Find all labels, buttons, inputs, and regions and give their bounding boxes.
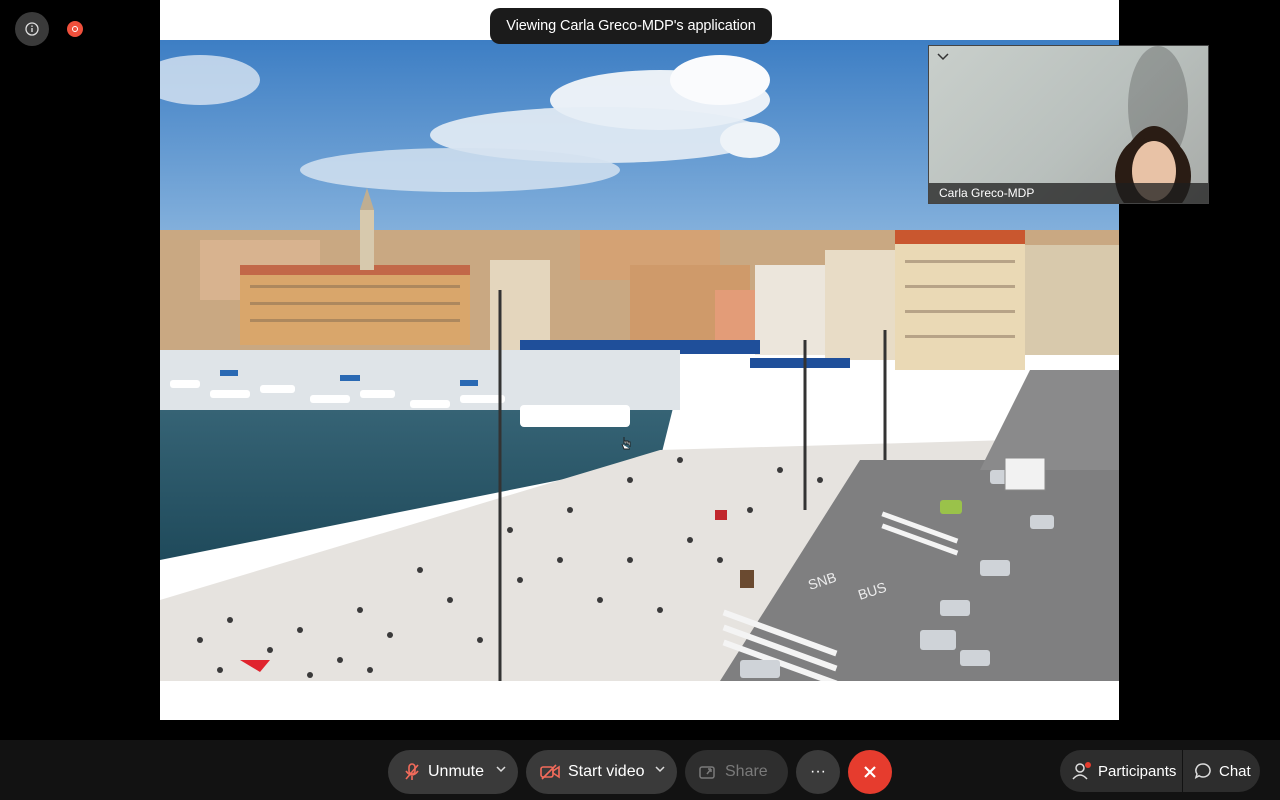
start-video-button[interactable]: Start video [526, 750, 677, 794]
share-label: Share [725, 763, 768, 780]
participants-button[interactable]: Participants [1060, 750, 1182, 792]
share-button[interactable]: Share [685, 750, 788, 794]
close-icon [864, 766, 876, 778]
chat-icon [1194, 763, 1211, 780]
more-options-button[interactable]: ··· [796, 750, 840, 794]
more-options-icon: ··· [810, 763, 826, 780]
chevron-down-icon[interactable] [496, 765, 506, 773]
chevron-down-icon[interactable] [937, 52, 949, 62]
chat-button[interactable]: Chat [1183, 750, 1260, 792]
meeting-control-bar: Unmute Start video Share ··· Participant… [0, 740, 1280, 800]
cursor-hand-icon [621, 437, 631, 450]
chevron-down-icon[interactable] [655, 765, 665, 773]
info-icon [25, 22, 39, 36]
participant-video-feed [1115, 46, 1191, 203]
chat-label: Chat [1219, 762, 1251, 780]
unmute-button[interactable]: Unmute [388, 750, 518, 794]
start-video-label: Start video [568, 763, 645, 780]
unmute-label: Unmute [428, 763, 485, 780]
share-icon [699, 766, 715, 779]
participants-label: Participants [1098, 762, 1177, 780]
meeting-info-button[interactable] [15, 12, 49, 46]
video-off-icon [540, 764, 560, 780]
leave-meeting-button[interactable] [848, 750, 892, 794]
viewing-application-banner: Viewing Carla Greco-MDP's application [490, 8, 772, 44]
participant-video-tile[interactable]: Carla Greco-MDP [928, 45, 1209, 204]
microphone-muted-icon [405, 763, 419, 780]
recording-indicator-icon[interactable] [67, 21, 83, 37]
participants-icon [1072, 762, 1091, 780]
top-left-indicators [15, 12, 83, 46]
participant-name-label: Carla Greco-MDP [929, 183, 1208, 203]
